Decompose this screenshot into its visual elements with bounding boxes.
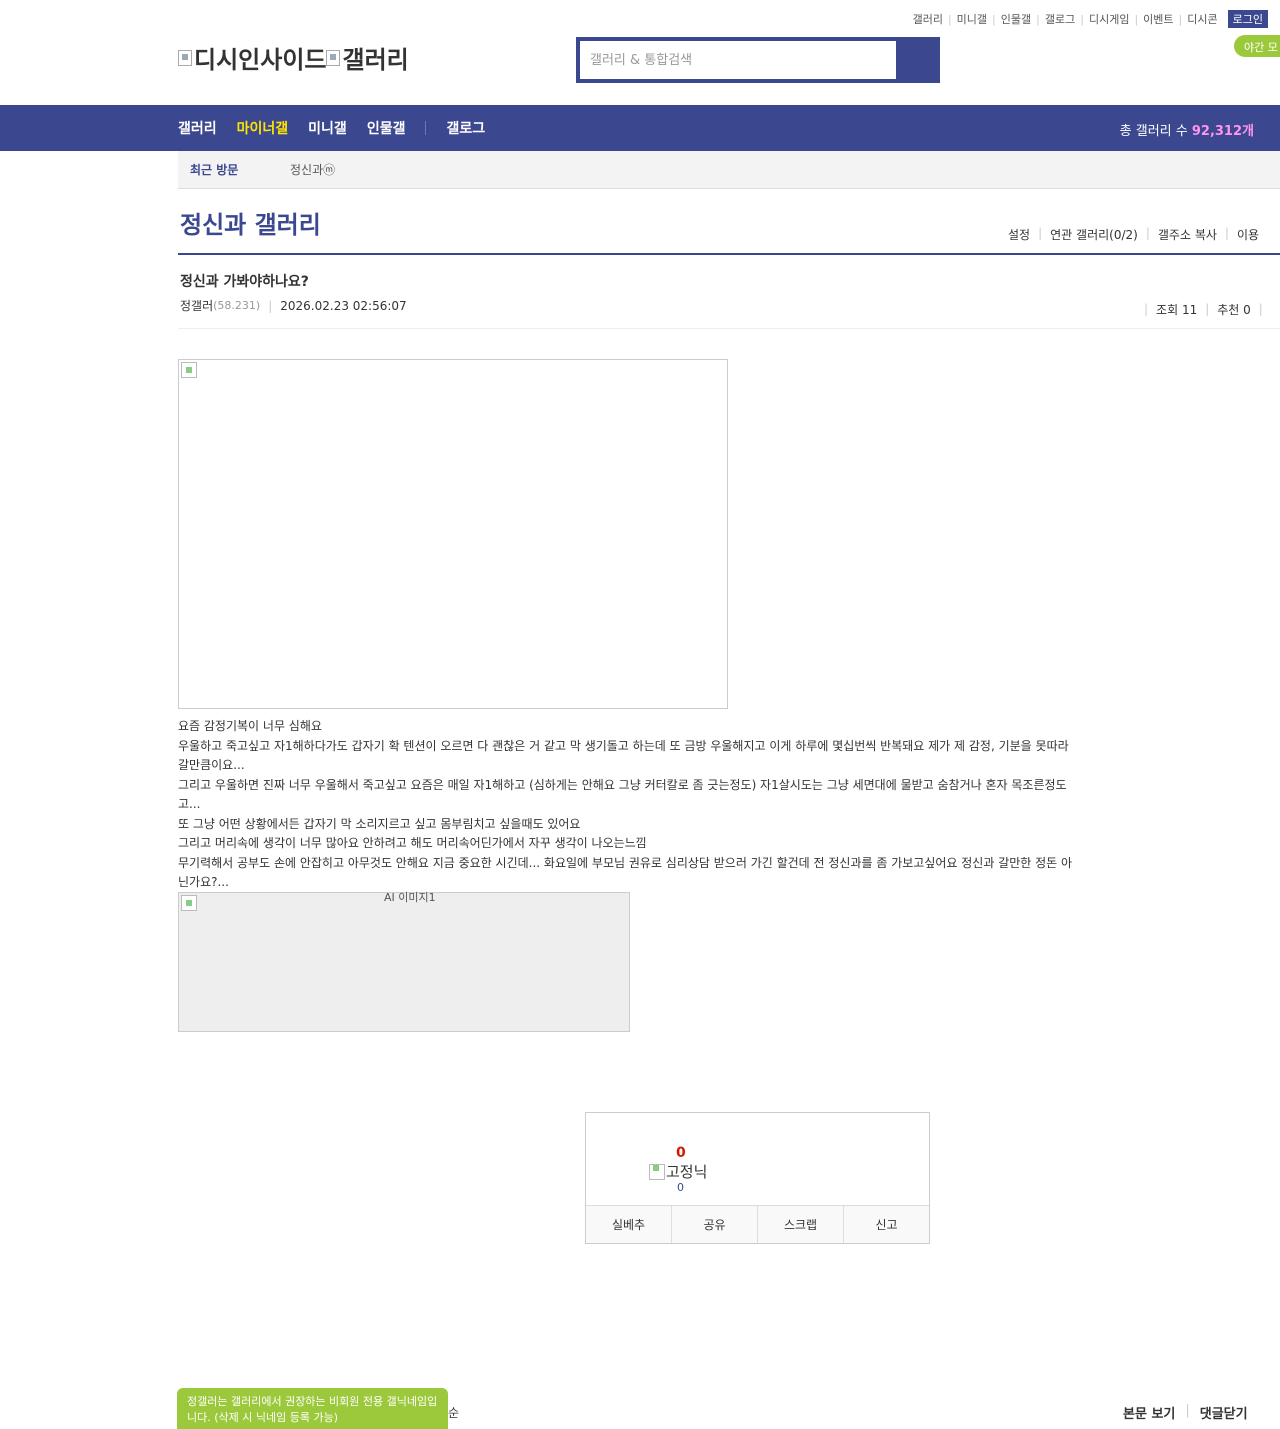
nav-minor-gallery[interactable]: 마이너갤: [237, 118, 289, 138]
logo-site-text: 디시인사이드: [194, 46, 327, 74]
nav-mini-gallery[interactable]: 미니갤: [308, 118, 347, 138]
close-comments-button[interactable]: 댓글닫기: [1200, 1403, 1248, 1422]
image-alt-text: AI 이미지1: [384, 891, 436, 904]
divider: |: [947, 12, 952, 26]
header-divider: [178, 328, 1280, 329]
divider: |: [1224, 226, 1229, 240]
view-body-button[interactable]: 본문 보기: [1123, 1403, 1175, 1422]
search-icon: [908, 52, 921, 65]
util-link-game[interactable]: 디시게임: [1089, 11, 1129, 27]
divider: |: [1036, 12, 1040, 26]
util-bar: 갤러리 | 미니갤 | 인물갤 | 갤로그 | 디시게임 | 이벤트 | 디시콘 로그인: [913, 10, 1268, 28]
util-link-event[interactable]: 이벤트: [1143, 11, 1173, 27]
util-link-gallery[interactable]: 갤러리: [913, 11, 943, 27]
util-link-minigall[interactable]: 미니갤: [957, 11, 987, 27]
broken-image-icon: [326, 49, 341, 66]
recommend-count: 추천 0: [1217, 302, 1251, 317]
title-divider: [178, 253, 1280, 255]
nav-gallog[interactable]: 갤로그: [446, 118, 485, 138]
post-title: 정신과 가봐야하나요?: [180, 274, 309, 290]
recommend-number: 0: [676, 1145, 686, 1161]
recommend-box: 0 고정닉 0 실베추 공유 스크랩 신고: [585, 1112, 930, 1244]
total-value: 92,312개: [1191, 124, 1254, 139]
nav-person-gallery[interactable]: 인물갤: [367, 118, 406, 138]
broken-image-icon: [649, 1163, 665, 1180]
recent-gallery-link[interactable]: 정신과ⓜ: [290, 161, 335, 178]
divider: |: [1185, 1403, 1190, 1418]
gallery-title[interactable]: 정신과 갤러리: [180, 205, 321, 240]
divider: |: [1144, 302, 1149, 316]
divider: |: [992, 12, 996, 26]
fixed-nick-recommend[interactable]: 고정닉: [649, 1161, 707, 1182]
post-image-ai[interactable]: AI 이미지1: [178, 891, 630, 1032]
divider: |: [1080, 12, 1084, 26]
search-input[interactable]: [580, 41, 896, 79]
post-writer-info: 정갤러 (58.231) | 2026.02.23 02:56:07: [180, 297, 407, 314]
divider: |: [1178, 12, 1183, 26]
divider: |: [268, 298, 273, 313]
body-paragraph: 그리고 머리속에 생각이 너무 많아요 안하려고 해도 머리속어딘가에서 자꾸 …: [178, 836, 647, 850]
util-link-gallog[interactable]: 갤로그: [1045, 11, 1075, 27]
footer-actions: 본문 보기 | 댓글닫기: [1123, 1403, 1248, 1422]
body-paragraph: 또 그냥 어떤 상황에서든 갑자기 막 소리지르고 싶고 몸부림치고 싶을때도 …: [178, 816, 581, 831]
util-link-dccon[interactable]: 디시콘: [1187, 11, 1217, 27]
total-label: 총 갤러리 수: [1119, 124, 1188, 139]
related-gallery-link[interactable]: 연관 갤러리(0/2): [1050, 226, 1138, 243]
divider: |: [1038, 226, 1043, 240]
writer-ip: (58.231): [213, 299, 261, 312]
broken-image-icon: [178, 49, 192, 66]
divider: |: [1134, 12, 1139, 26]
sort-label[interactable]: 순: [448, 1404, 459, 1421]
gallery-tools: 설정 | 연관 갤러리(0/2) | 갤주소 복사 | 이용: [1008, 226, 1259, 243]
util-link-person[interactable]: 인물갤: [1001, 11, 1031, 27]
site-logo[interactable]: 디시인사이드 갤러리: [178, 40, 409, 75]
fixed-nick-count: 0: [677, 1181, 684, 1194]
total-gallery-count: 총 갤러리 수 92,312개: [1120, 120, 1254, 139]
main-nav: 갤러리 마이너갤 미니갤 인물갤 갤로그 총 갤러리 수 92,312개: [0, 105, 1280, 151]
post-stats: | 조회 11 | 추천 0 |: [1136, 299, 1280, 319]
share-button[interactable]: 공유: [672, 1206, 758, 1243]
post-image[interactable]: [178, 359, 728, 709]
settings-link[interactable]: 설정: [1008, 226, 1030, 243]
recent-visit-label[interactable]: 최근 방문: [190, 161, 290, 178]
post-date: 2026.02.23 02:56:07: [280, 298, 407, 313]
recommend-actions: 실베추 공유 스크랩 신고: [586, 1205, 929, 1243]
nav-gallery[interactable]: 갤러리: [178, 118, 217, 138]
broken-image-icon: [181, 895, 197, 911]
report-button[interactable]: 신고: [844, 1206, 929, 1243]
body-paragraph: 우울하고 죽고싶고 자1해하다가도 갑자기 확 텐션이 오르면 다 괜찮은 거 …: [178, 738, 1069, 773]
nick-info-tooltip: 정갤러는 갤러리에서 권장하는 비회원 전용 갤닉네임입니다. (삭제 시 닉네…: [177, 1388, 448, 1429]
nav-divider: [425, 121, 427, 135]
view-count: 조회 11: [1156, 302, 1198, 317]
search-button[interactable]: [896, 41, 936, 79]
login-button[interactable]: 로그인: [1227, 10, 1268, 28]
body-paragraph: 요즘 감정기복이 너무 심해요: [178, 719, 322, 733]
post-body: 요즘 감정기복이 너무 심해요 우울하고 죽고싶고 자1해하다가도 갑자기 확 …: [178, 717, 1078, 893]
logo-section-text: 갤러리: [342, 46, 409, 74]
scrap-button[interactable]: 스크랩: [758, 1206, 844, 1243]
divider: |: [1258, 302, 1263, 316]
best-recommend-button[interactable]: 실베추: [586, 1206, 672, 1243]
usage-link[interactable]: 이용: [1237, 226, 1259, 243]
copy-address-link[interactable]: 갤주소 복사: [1158, 226, 1217, 243]
night-mode-toggle[interactable]: 야간 모: [1234, 35, 1280, 57]
search-box: [576, 37, 940, 83]
main-nav-menu: 갤러리 마이너갤 미니갤 인물갤 갤로그: [178, 105, 505, 151]
writer-nick[interactable]: 정갤러: [180, 297, 213, 314]
divider: |: [1145, 226, 1150, 240]
body-paragraph: 무기력해서 공부도 손에 안잡히고 아무것도 안해요 지금 중요한 시긴데...…: [178, 855, 1073, 890]
divider: |: [1205, 302, 1210, 316]
recent-visit-bar: 최근 방문 정신과ⓜ: [178, 151, 1280, 189]
body-paragraph: 그리고 우울하면 진짜 너무 우울해서 죽고싶고 요즘은 매일 자1해하고 (심…: [178, 777, 1067, 812]
fixed-nick-label: 고정닉: [666, 1163, 708, 1181]
broken-image-icon: [181, 362, 197, 378]
